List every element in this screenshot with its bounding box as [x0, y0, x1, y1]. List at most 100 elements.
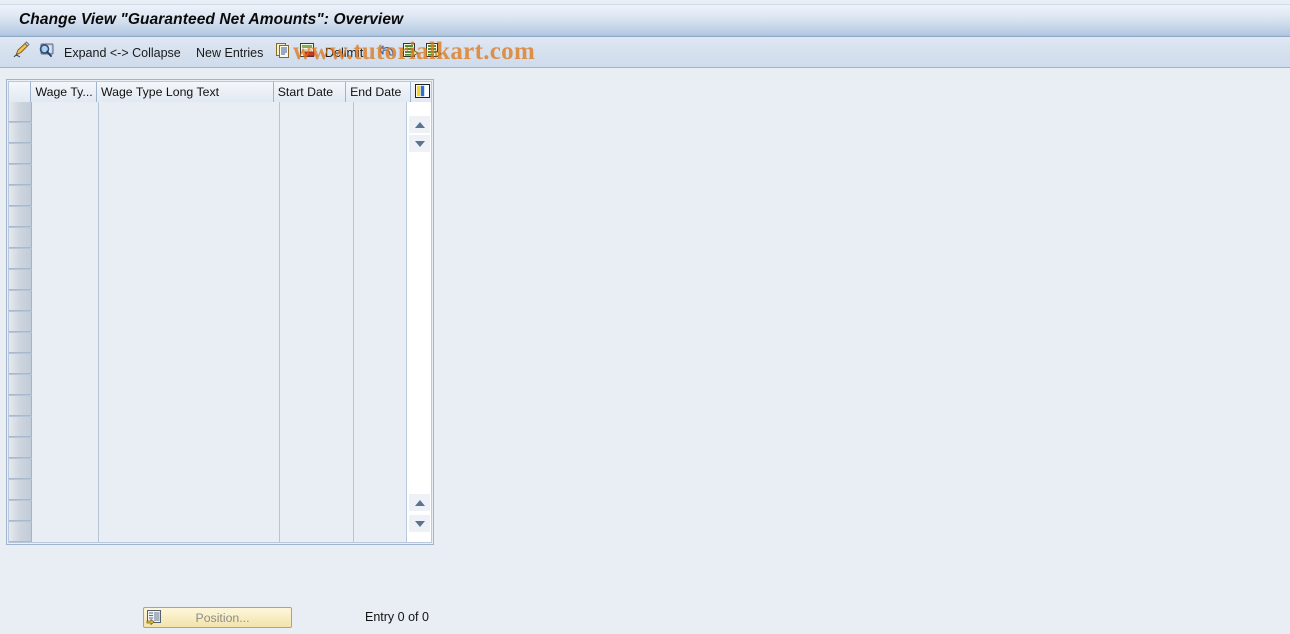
previous-entry-button[interactable] [402, 37, 419, 68]
table-cell-wage_type[interactable] [32, 291, 99, 312]
select-all-corner[interactable] [9, 82, 32, 102]
table-cell-wage_type_long_text[interactable] [99, 123, 280, 144]
table-cell-wage_type_long_text[interactable] [99, 501, 280, 522]
table-cell-wage_type_long_text[interactable] [99, 438, 280, 459]
row-select-button[interactable] [9, 417, 32, 437]
table-cell-wage_type[interactable] [32, 375, 99, 396]
table-cell-start_date[interactable] [280, 417, 354, 438]
table-row[interactable] [9, 165, 431, 186]
table-cell-wage_type_long_text[interactable] [99, 459, 280, 480]
next-entry-button[interactable] [425, 37, 442, 68]
display-change-toggle-button[interactable] [13, 37, 31, 68]
table-row[interactable] [9, 102, 431, 123]
scroll-page-down-button[interactable] [409, 515, 430, 532]
table-row[interactable] [9, 144, 431, 165]
row-select-button[interactable] [9, 333, 32, 353]
row-select-button[interactable] [9, 480, 32, 500]
table-cell-wage_type_long_text[interactable] [99, 207, 280, 228]
table-cell-start_date[interactable] [280, 501, 354, 522]
table-cell-wage_type_long_text[interactable] [99, 270, 280, 291]
scroll-up-button[interactable] [409, 116, 430, 133]
row-select-button[interactable] [9, 291, 32, 311]
table-cell-wage_type_long_text[interactable] [99, 333, 280, 354]
table-row[interactable] [9, 396, 431, 417]
column-settings-button[interactable] [410, 82, 431, 102]
table-cell-wage_type[interactable] [32, 354, 99, 375]
table-cell-wage_type[interactable] [32, 333, 99, 354]
table-cell-wage_type[interactable] [32, 102, 99, 123]
table-row[interactable] [9, 123, 431, 144]
table-cell-wage_type_long_text[interactable] [99, 165, 280, 186]
column-header-wage-type-long-text[interactable]: Wage Type Long Text [96, 82, 274, 102]
table-row[interactable] [9, 459, 431, 480]
delete-button[interactable] [299, 37, 316, 68]
copy-as-button[interactable] [275, 37, 292, 68]
table-cell-start_date[interactable] [280, 375, 354, 396]
row-select-button[interactable] [9, 312, 32, 332]
table-cell-wage_type_long_text[interactable] [99, 291, 280, 312]
row-select-button[interactable] [9, 522, 32, 542]
column-header-wage-type[interactable]: Wage Ty... [31, 82, 97, 102]
table-cell-wage_type[interactable] [32, 417, 99, 438]
table-row[interactable] [9, 207, 431, 228]
delimit-button[interactable]: Delimit [325, 37, 363, 68]
table-cell-wage_type[interactable] [32, 249, 99, 270]
row-select-button[interactable] [9, 102, 32, 122]
table-cell-start_date[interactable] [280, 207, 354, 228]
scroll-down-button[interactable] [409, 135, 430, 152]
row-select-button[interactable] [9, 396, 32, 416]
table-row[interactable] [9, 228, 431, 249]
new-entries-button[interactable]: New Entries [196, 37, 263, 68]
scroll-page-up-button[interactable] [409, 494, 430, 511]
table-cell-wage_type[interactable] [32, 459, 99, 480]
table-row[interactable] [9, 291, 431, 312]
table-cell-wage_type_long_text[interactable] [99, 249, 280, 270]
table-row[interactable] [9, 417, 431, 438]
table-cell-wage_type[interactable] [32, 165, 99, 186]
table-cell-wage_type_long_text[interactable] [99, 417, 280, 438]
table-row[interactable] [9, 270, 431, 291]
row-select-button[interactable] [9, 144, 32, 164]
row-select-button[interactable] [9, 354, 32, 374]
column-header-start-date[interactable]: Start Date [273, 82, 347, 102]
table-cell-start_date[interactable] [280, 438, 354, 459]
table-cell-start_date[interactable] [280, 312, 354, 333]
table-cell-wage_type[interactable] [32, 438, 99, 459]
table-cell-start_date[interactable] [280, 522, 354, 542]
table-row[interactable] [9, 522, 431, 542]
undo-button[interactable] [379, 37, 396, 68]
table-cell-wage_type[interactable] [32, 501, 99, 522]
expand-collapse-button[interactable]: Expand <-> Collapse [64, 37, 181, 68]
table-cell-start_date[interactable] [280, 459, 354, 480]
row-select-button[interactable] [9, 270, 32, 290]
table-cell-start_date[interactable] [280, 270, 354, 291]
table-row[interactable] [9, 333, 431, 354]
display-details-button[interactable] [37, 37, 55, 68]
column-header-end-date[interactable]: End Date [346, 82, 411, 102]
table-cell-wage_type_long_text[interactable] [99, 228, 280, 249]
table-cell-start_date[interactable] [280, 165, 354, 186]
table-cell-wage_type_long_text[interactable] [99, 144, 280, 165]
table-row[interactable] [9, 480, 431, 501]
table-cell-start_date[interactable] [280, 123, 354, 144]
table-row[interactable] [9, 501, 431, 522]
table-cell-wage_type[interactable] [32, 396, 99, 417]
table-row[interactable] [9, 354, 431, 375]
row-select-button[interactable] [9, 249, 32, 269]
table-cell-wage_type_long_text[interactable] [99, 354, 280, 375]
table-cell-wage_type_long_text[interactable] [99, 522, 280, 542]
row-select-button[interactable] [9, 375, 32, 395]
table-cell-wage_type_long_text[interactable] [99, 312, 280, 333]
table-row[interactable] [9, 186, 431, 207]
table-cell-start_date[interactable] [280, 333, 354, 354]
table-cell-wage_type[interactable] [32, 270, 99, 291]
table-cell-start_date[interactable] [280, 354, 354, 375]
table-cell-wage_type[interactable] [32, 144, 99, 165]
row-select-button[interactable] [9, 186, 32, 206]
row-select-button[interactable] [9, 459, 32, 479]
table-cell-wage_type[interactable] [32, 228, 99, 249]
position-button[interactable]: Position... [143, 607, 292, 628]
table-cell-start_date[interactable] [280, 480, 354, 501]
table-cell-start_date[interactable] [280, 291, 354, 312]
table-row[interactable] [9, 312, 431, 333]
